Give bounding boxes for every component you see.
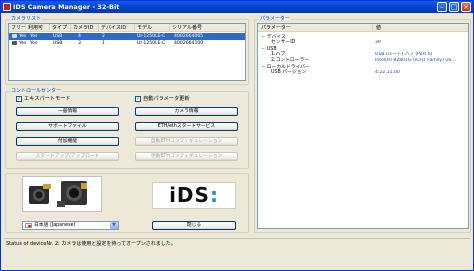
- properties-label: パラメーター: [259, 16, 291, 22]
- window-title: IDS Camera Manager - 32-Bit: [13, 3, 120, 11]
- camera-table[interactable]: フリー 利用可 タイプ カメラID デバイスID モデル シリアル番号 Yes …: [8, 23, 246, 81]
- chevron-down-icon[interactable]: ▼: [110, 222, 118, 229]
- startup-upload-button[interactable]: スタートアップ/アップロード: [16, 152, 119, 161]
- eth-service-button[interactable]: ETH/ethスタートサービス: [135, 122, 238, 131]
- extra-features-button[interactable]: 付加機能: [16, 137, 119, 146]
- app-window: IDS Camera Manager - 32-Bit – □ × カメラリスト…: [0, 0, 474, 271]
- cell-camera-id: 3: [78, 41, 81, 46]
- col-available[interactable]: 利用可: [26, 24, 50, 32]
- cell-model: UI-1250LE-C: [137, 41, 166, 46]
- col-type[interactable]: タイプ: [50, 24, 71, 32]
- cell-type: USB: [53, 34, 63, 39]
- auto-eth-config-button[interactable]: 自動ETHコンフィギュレーション: [135, 137, 238, 146]
- cell-serial: 4002664100: [174, 41, 204, 46]
- status-bar: Status of deviceNr. 2: カメラは使用と設定を待ってオープン…: [4, 238, 470, 249]
- col-model[interactable]: モデル: [135, 24, 170, 32]
- language-select-value: 日本語 (Japanese): [34, 223, 76, 228]
- minimize-button[interactable]: –: [437, 2, 447, 12]
- japan-flag-icon: [25, 223, 32, 228]
- cell-device-id: 2: [102, 34, 105, 39]
- camera-table-header: フリー 利用可 タイプ カメラID デバイスID モデル シリアル番号: [9, 24, 245, 32]
- cell-available: Yes: [30, 34, 38, 39]
- close-button[interactable]: 閉じる: [152, 221, 236, 230]
- property-name-text: 2.コントローラー: [271, 58, 310, 63]
- col-param-name[interactable]: パラメーター: [258, 24, 373, 32]
- camera-product-image: [22, 176, 102, 212]
- property-name: USB バージョン: [271, 70, 306, 76]
- manual-eth-config-button[interactable]: 手動ETHコンフィギュレーション: [135, 152, 238, 161]
- table-row[interactable]: Yes Yes USB 3 1 UI-1250LE-C 4002664100: [9, 40, 245, 47]
- general-info-button[interactable]: 一般情報: [16, 107, 119, 116]
- control-center-label: コントロールセンター: [10, 88, 63, 94]
- expert-mode-checkbox[interactable]: [16, 95, 22, 102]
- property-row[interactable]: USB バージョン 4.22.11.00: [258, 70, 468, 76]
- cell-available: Yes: [30, 41, 38, 46]
- property-name-text: USB バージョン: [271, 70, 307, 75]
- col-serial[interactable]: シリアル番号: [170, 24, 245, 32]
- camera-list-label: カメラリスト: [10, 16, 43, 22]
- cell-device-id: 1: [102, 41, 105, 46]
- col-camera-id[interactable]: カメラID: [71, 24, 99, 32]
- properties-header: パラメーター 値: [258, 24, 468, 32]
- camera-info-button[interactable]: カメラ情報: [135, 107, 238, 116]
- expert-mode-label: エキスパートモード: [24, 96, 71, 102]
- property-value: 4.22.11.00: [375, 70, 400, 75]
- properties-tree[interactable]: パラメーター 値 − デバイス センサーID 39− USB 1.ハブ USB (ルート…: [257, 23, 469, 229]
- cell-type: USB: [53, 41, 63, 46]
- auto-param-label: 自動パラメータ更新: [143, 96, 190, 102]
- table-row[interactable]: Yes Yes USB 4 2 UI-1250LE-C 4002664065: [9, 33, 245, 40]
- property-name-text: 1.ハブ: [271, 52, 286, 57]
- col-free[interactable]: フリー: [9, 24, 26, 32]
- cell-serial: 4002664065: [174, 34, 204, 39]
- cell-model: UI-1250LE-C: [137, 34, 166, 39]
- cell-camera-id: 4: [78, 34, 81, 39]
- close-window-button[interactable]: ×: [461, 2, 471, 12]
- title-bar: IDS Camera Manager - 32-Bit: [1, 1, 473, 13]
- app-icon: [3, 3, 11, 11]
- col-param-value[interactable]: 値: [373, 24, 381, 32]
- auto-param-checkbox[interactable]: [135, 95, 141, 102]
- col-device-id[interactable]: デバイスID: [99, 24, 135, 32]
- cell-free: Yes: [19, 34, 27, 39]
- maximize-button[interactable]: □: [449, 2, 459, 12]
- language-select[interactable]: 日本語 (Japanese) ▼: [22, 221, 119, 230]
- cell-free: Yes: [19, 41, 27, 46]
- property-name-text: センサーID: [271, 40, 296, 45]
- ids-logo: iDS:: [152, 182, 236, 209]
- support-file-button[interactable]: サポートファイル: [16, 122, 119, 131]
